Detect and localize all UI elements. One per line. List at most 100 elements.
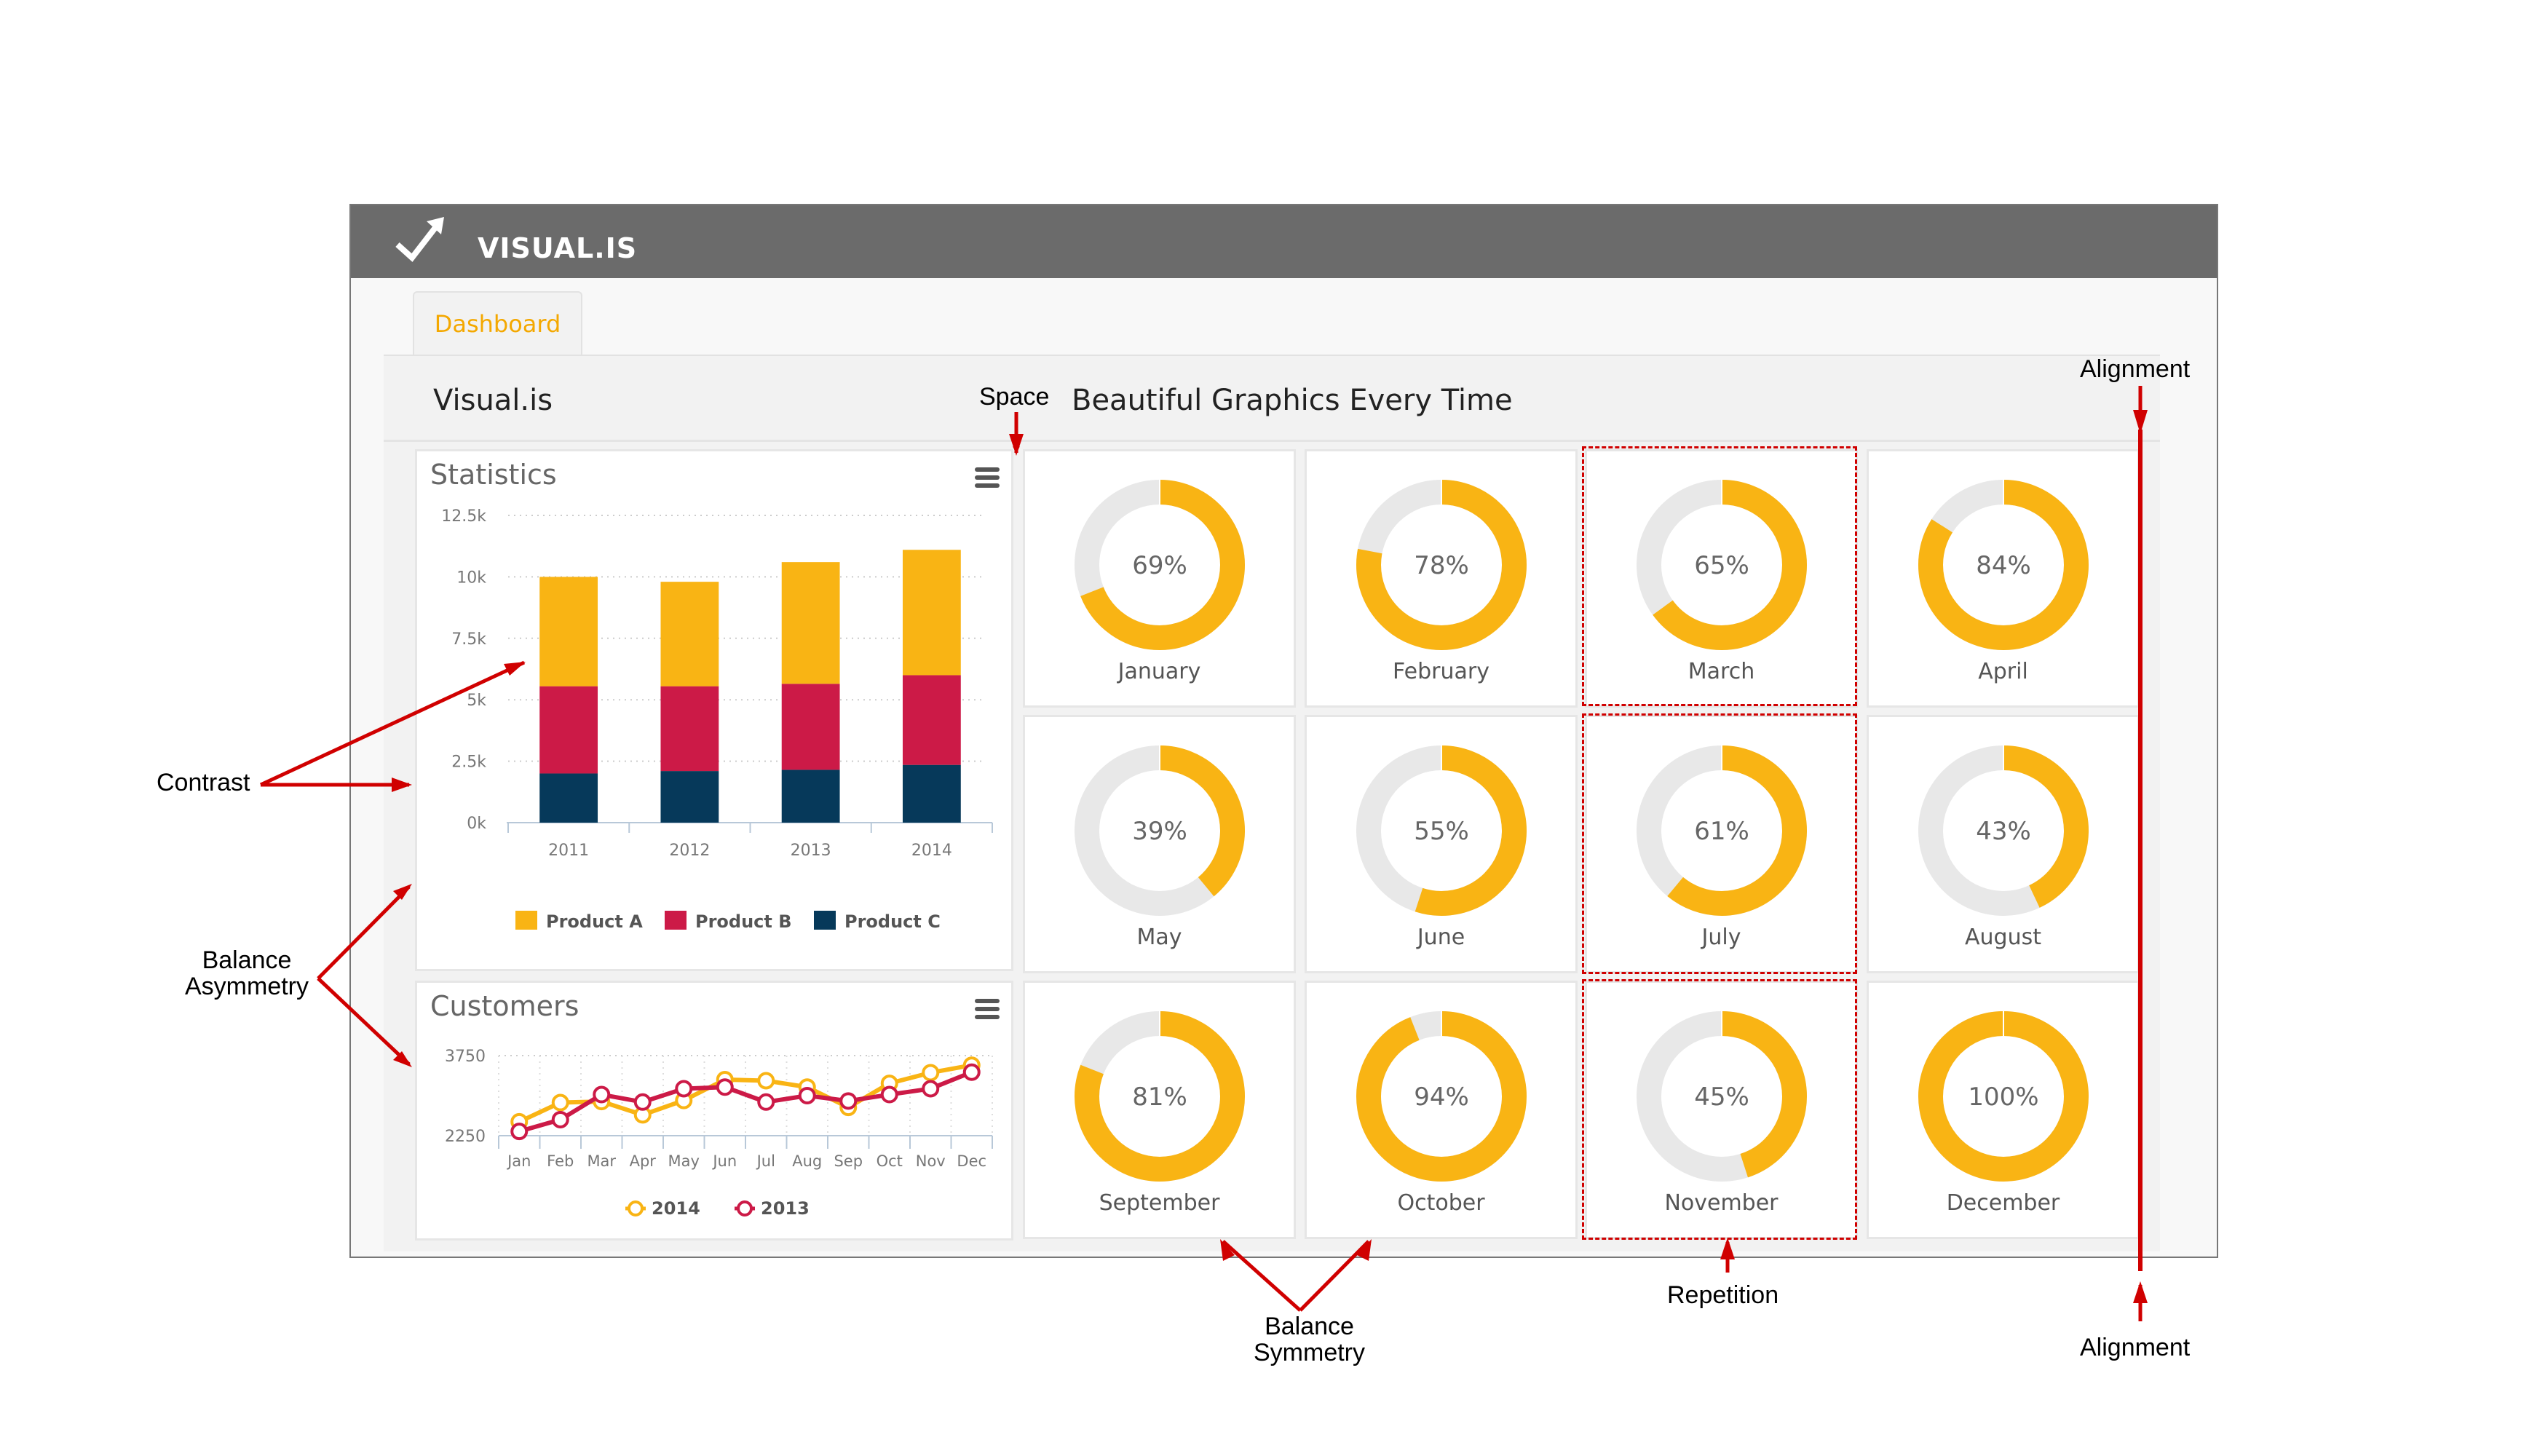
donut-percent-label: 78% <box>1414 551 1469 580</box>
legend-label: Product A <box>546 911 643 932</box>
donut-chart: 65% <box>1636 480 1807 650</box>
page-tagline: Beautiful Graphics Every Time <box>1072 384 1513 417</box>
donut-card-july[interactable]: 61% July <box>1585 715 1858 973</box>
donut-card-august[interactable]: 43% August <box>1867 715 2140 973</box>
bar-product-b-2013 <box>781 684 840 770</box>
x-tick-label: 2011 <box>548 842 589 860</box>
donut-month-label: March <box>1688 659 1755 684</box>
donut-percent-label: 65% <box>1694 551 1749 580</box>
donut-card-february[interactable]: 78% February <box>1305 449 1578 708</box>
donut-chart: 78% <box>1356 480 1527 650</box>
donut-month-label: October <box>1397 1190 1485 1216</box>
legend-item[interactable]: Product B <box>665 911 792 932</box>
donut-month-label: June <box>1417 925 1465 950</box>
donut-chart: 81% <box>1074 1011 1245 1182</box>
donut-chart: 55% <box>1356 745 1527 916</box>
title-row: Visual.is Beautiful Graphics Every Time <box>384 356 2160 442</box>
data-point-2013-May <box>675 1080 693 1098</box>
donut-month-label: November <box>1664 1190 1779 1216</box>
y-tick-label: 0k <box>467 815 486 833</box>
donut-chart: 39% <box>1074 745 1245 916</box>
x-tick-label: Aug <box>792 1152 822 1170</box>
bar-product-a-2014 <box>902 550 961 676</box>
bar-product-a-2012 <box>660 582 719 687</box>
browser-window: VISUAL.IS Dashboard Visual.is Beautiful … <box>349 204 2218 1258</box>
donut-percent-label: 100% <box>1968 1083 2038 1112</box>
legend-label: 2013 <box>761 1198 810 1219</box>
donut-percent-label: 69% <box>1132 551 1187 580</box>
legend-item[interactable]: Product C <box>814 911 941 932</box>
donut-card-june[interactable]: 55% June <box>1305 715 1578 973</box>
x-tick-label: 2012 <box>669 842 710 860</box>
donut-card-march[interactable]: 65% March <box>1585 449 1858 708</box>
x-tick-label: 2014 <box>911 842 952 860</box>
donut-percent-label: 94% <box>1414 1083 1469 1112</box>
statistics-card: Statistics 0k 2.5k 5k 7.5k 10k 12.5k 2011 2012 2… <box>415 449 1013 971</box>
donut-chart: 45% <box>1636 1011 1807 1182</box>
x-tick-label: Jun <box>711 1152 737 1170</box>
bar-product-b-2014 <box>902 675 961 765</box>
y-tick-label: 12.5k <box>441 507 486 526</box>
bar-product-b-2011 <box>539 686 598 774</box>
legend-label: Product C <box>844 911 941 932</box>
data-point-2014-Nov <box>922 1064 940 1082</box>
donut-month-label: April <box>1978 659 2028 684</box>
donut-chart: 61% <box>1636 745 1807 916</box>
data-point-2013-Mar <box>593 1085 611 1104</box>
data-point-2013-Oct <box>880 1085 898 1104</box>
bar-product-a-2013 <box>781 562 840 684</box>
data-point-2013-Aug <box>798 1087 816 1104</box>
customers-line-chart: 2250 3750 Jan Feb Mar Apr May Jun Jul Aug Sep Oct No… <box>445 1048 993 1219</box>
donut-month-label: May <box>1136 925 1182 950</box>
legend-item[interactable]: Product A <box>515 911 643 932</box>
donut-percent-label: 43% <box>1976 817 2031 846</box>
legend-item[interactable]: 2013 <box>735 1198 810 1219</box>
data-point-2014-Feb <box>551 1093 569 1112</box>
donut-percent-label: 84% <box>1976 551 2031 580</box>
data-point-2013-Apr <box>633 1093 652 1111</box>
donut-chart: 84% <box>1918 480 2089 650</box>
data-point-2013-Feb <box>551 1111 569 1128</box>
logo[interactable]: VISUAL.IS <box>393 215 637 268</box>
x-tick-label: 2013 <box>791 842 831 860</box>
legend-marker <box>737 1200 753 1216</box>
data-point-2014-Jul <box>757 1072 775 1090</box>
data-point-2013-Nov <box>922 1080 940 1098</box>
page-title: Visual.is <box>433 384 553 417</box>
legend-label: Product B <box>695 911 792 932</box>
donut-chart: 43% <box>1918 745 2089 916</box>
legend-swatch <box>515 911 537 930</box>
donut-month-label: January <box>1117 659 1201 684</box>
tab-dashboard[interactable]: Dashboard <box>413 291 582 355</box>
data-point-2013-Jun <box>716 1078 734 1096</box>
x-tick-label: Mar <box>587 1152 616 1170</box>
annotation-space: Space <box>979 383 1050 411</box>
donut-percent-label: 55% <box>1414 817 1469 846</box>
data-point-2013-Dec <box>962 1063 981 1081</box>
x-tick-label: Feb <box>547 1152 574 1170</box>
y-tick-label: 7.5k <box>451 630 486 649</box>
x-tick-label: Nov <box>916 1152 946 1170</box>
bar-product-c-2013 <box>781 769 840 823</box>
donut-card-may[interactable]: 39% May <box>1023 715 1296 973</box>
bar-product-b-2012 <box>660 686 719 772</box>
top-bar: VISUAL.IS <box>351 205 2217 278</box>
donut-card-november[interactable]: 45% November <box>1585 981 1858 1239</box>
donut-chart: 94% <box>1356 1011 1527 1182</box>
donut-percent-label: 81% <box>1132 1083 1187 1112</box>
donut-card-january[interactable]: 69% January <box>1023 449 1296 708</box>
donut-card-december[interactable]: 100% December <box>1867 981 2140 1239</box>
dashboard-panel: Visual.is Beautiful Graphics Every Time … <box>384 355 2160 1251</box>
donut-card-october[interactable]: 94% October <box>1305 981 1578 1239</box>
legend-item[interactable]: 2014 <box>625 1198 700 1219</box>
y-tick-label: 5k <box>467 692 486 710</box>
donut-card-april[interactable]: 84% April <box>1867 449 2140 708</box>
brand-name: VISUAL.IS <box>478 232 638 264</box>
donut-month-label: February <box>1393 659 1489 684</box>
donut-month-label: July <box>1701 925 1741 950</box>
annotation-balance-symmetry: Balance Symmetry <box>1254 1313 1365 1366</box>
annotation-alignment-top: Alignment <box>2080 355 2191 383</box>
y-tick-label: 10k <box>456 569 486 587</box>
donut-card-september[interactable]: 81% September <box>1023 981 1296 1239</box>
x-tick-label: Apr <box>630 1152 657 1170</box>
